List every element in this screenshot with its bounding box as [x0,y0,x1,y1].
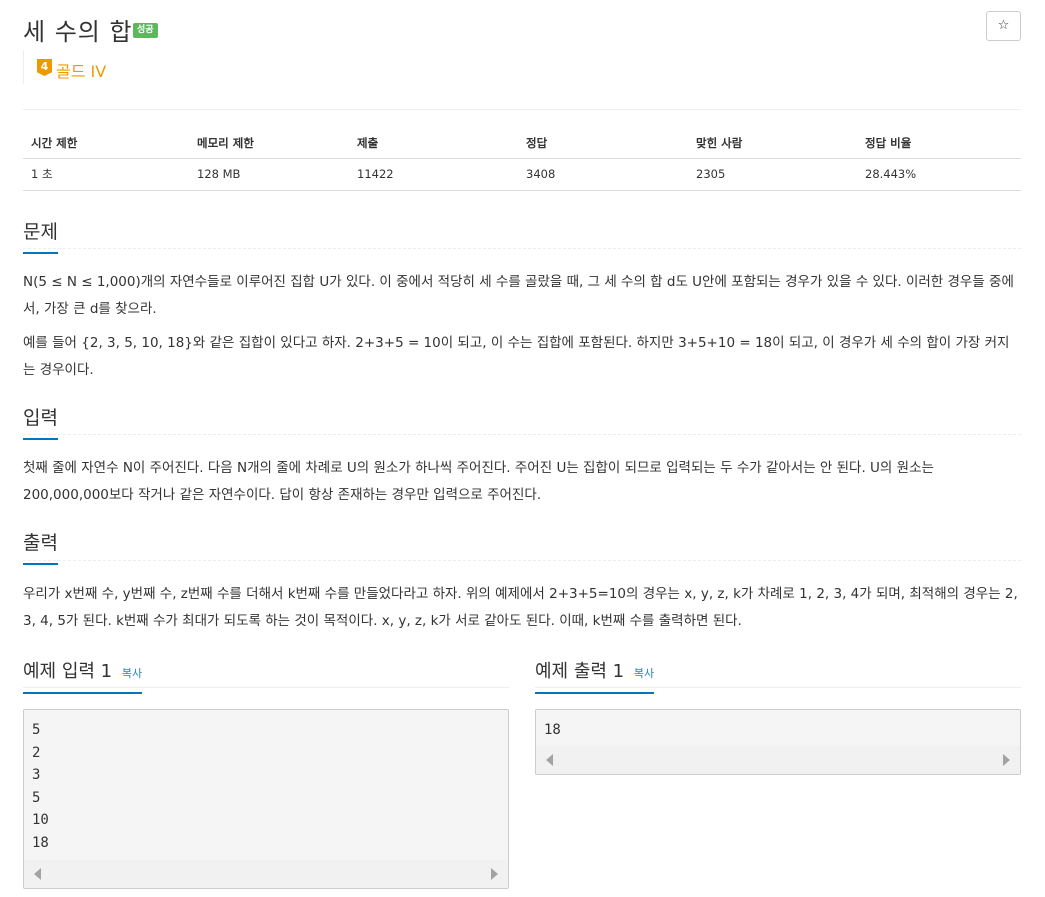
info-header-row: 시간 제한 메모리 제한 제출 정답 맞힌 사람 정답 비율 [23,128,1021,159]
scroll-left-icon[interactable] [34,868,41,880]
value-accepted: 3408 [518,158,688,191]
section-divider [23,434,1021,435]
star-button[interactable]: ☆ [986,11,1021,41]
tier-label[interactable]: 골드 IV [56,58,106,82]
sample-divider [535,687,1021,688]
scroll-left-icon[interactable] [546,754,553,766]
copy-sample-input-button[interactable]: 복사 [122,667,142,680]
section-divider [23,248,1021,249]
header-submissions: 제출 [349,128,518,159]
header-solved-users: 맞힌 사람 [688,128,857,159]
sample-input-box[interactable]: 5 2 3 5 10 18 [23,709,509,889]
sample-input-heading: 예제 입력 1 복사 [23,657,143,694]
problem-description-paragraph: N(5 ≤ N ≤ 1,000)개의 자연수들로 이루어진 집합 U가 있다. … [23,274,1014,317]
section-input-heading: 입력 [23,403,58,440]
value-submissions[interactable]: 11422 [349,158,518,191]
section-output-heading: 출력 [23,528,58,565]
header-memory-limit: 메모리 제한 [189,128,349,159]
title-row: 세 수의 합 성공 ☆ [23,8,1021,48]
problem-example-paragraph: 예를 들어 {2, 3, 5, 10, 18}와 같은 집합이 있다고 하자. … [23,335,1010,378]
horizontal-scrollbar[interactable] [24,860,508,888]
input-description: 첫째 줄에 자연수 N이 주어진다. 다음 N개의 줄에 차례로 U의 원소가 … [23,460,934,503]
status-badge: 성공 [133,23,158,38]
sample-output-content: 18 [544,722,561,738]
output-description: 우리가 x번째 수, y번째 수, z번째 수를 더해서 k번째 수를 만들었다… [23,586,1018,629]
value-accept-ratio: 28.443% [857,158,1021,191]
value-time-limit: 1 초 [23,158,189,191]
divider [23,109,1021,110]
sample-output-heading: 예제 출력 1 복사 [535,657,655,694]
sample-output-box[interactable]: 18 [535,709,1021,775]
tier-gold-icon: 4 [37,59,52,76]
problem-info-table: 시간 제한 메모리 제한 제출 정답 맞힌 사람 정답 비율 1 초 128 M… [23,128,1021,191]
sample-input-content: 5 2 3 5 10 18 [32,722,49,851]
section-problem-heading: 문제 [23,217,58,254]
horizontal-scrollbar[interactable] [536,746,1020,774]
header-time-limit: 시간 제한 [23,128,189,159]
scroll-right-icon[interactable] [1003,754,1010,766]
sample-divider [23,687,509,688]
header-accept-ratio: 정답 비율 [857,128,1021,159]
tier-row: 4 골드 IV [23,50,223,84]
problem-title: 세 수의 합 [23,18,133,46]
value-solved-users: 2305 [688,158,857,191]
info-value-row: 1 초 128 MB 11422 3408 2305 28.443% [23,158,1021,191]
value-memory-limit: 128 MB [189,158,349,191]
scroll-right-icon[interactable] [491,868,498,880]
star-icon: ☆ [997,18,1010,33]
header-accepted: 정답 [518,128,688,159]
copy-sample-output-button[interactable]: 복사 [634,667,654,680]
section-divider [23,560,1021,561]
